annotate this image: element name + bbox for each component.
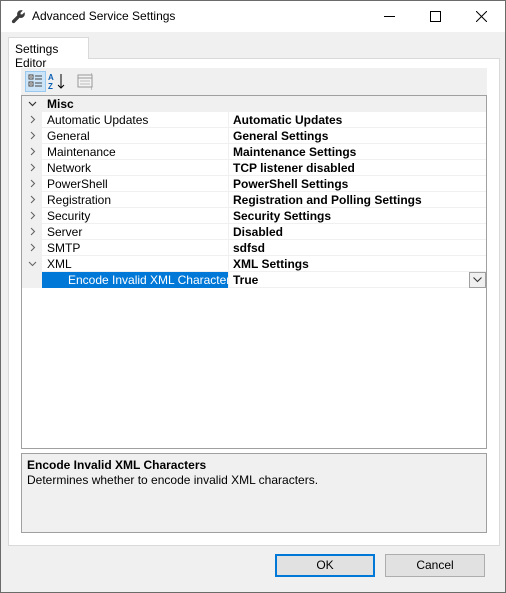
- property-value[interactable]: sdfsd: [233, 241, 265, 255]
- property-name: Security: [47, 209, 91, 223]
- chevron-right-icon[interactable]: [28, 243, 37, 252]
- property-name: Maintenance: [47, 145, 116, 159]
- window-title: Advanced Service Settings: [32, 9, 176, 23]
- property-row-xml[interactable]: XML XML Settings: [22, 256, 486, 272]
- settings-window: Advanced Service Settings Settings Edito…: [0, 0, 506, 593]
- chevron-right-icon[interactable]: [28, 179, 37, 188]
- category-label: Misc: [47, 97, 74, 111]
- help-panel: Encode Invalid XML Characters Determines…: [21, 453, 487, 533]
- chevron-right-icon[interactable]: [28, 195, 37, 204]
- chevron-down-icon: [473, 277, 482, 283]
- property-row-maintenance[interactable]: Maintenance Maintenance Settings: [22, 144, 486, 160]
- property-name: XML: [47, 257, 72, 271]
- alphabetical-sort-icon: A Z: [48, 73, 65, 91]
- categorized-view-icon: [28, 74, 42, 87]
- property-name: Automatic Updates: [47, 113, 149, 127]
- help-title: Encode Invalid XML Characters: [27, 458, 207, 472]
- help-description: Determines whether to encode invalid XML…: [27, 473, 319, 487]
- chevron-right-icon[interactable]: [28, 147, 37, 156]
- property-row-encode-invalid-xml[interactable]: Encode Invalid XML Characters True: [22, 272, 486, 288]
- chevron-right-icon[interactable]: [28, 163, 37, 172]
- wrench-icon: [11, 10, 25, 24]
- chevron-down-icon[interactable]: [28, 99, 37, 108]
- chevron-right-icon[interactable]: [28, 131, 37, 140]
- property-value[interactable]: TCP listener disabled: [233, 161, 355, 175]
- property-row-automatic-updates[interactable]: Automatic Updates Automatic Updates: [22, 112, 486, 128]
- property-value[interactable]: XML Settings: [233, 257, 309, 271]
- property-row-registration[interactable]: Registration Registration and Polling Se…: [22, 192, 486, 208]
- property-row-smtp[interactable]: SMTP sdfsd: [22, 240, 486, 256]
- categorized-button[interactable]: [25, 71, 46, 92]
- tab-settings-editor[interactable]: Settings Editor: [8, 37, 89, 70]
- property-value[interactable]: Maintenance Settings: [233, 145, 356, 159]
- property-row-powershell[interactable]: PowerShell PowerShell Settings: [22, 176, 486, 192]
- property-name: Server: [47, 225, 83, 239]
- close-icon: [476, 11, 487, 22]
- chevron-right-icon[interactable]: [28, 227, 37, 236]
- maximize-icon: [430, 11, 441, 22]
- property-name: PowerShell: [47, 177, 108, 191]
- property-value[interactable]: PowerShell Settings: [233, 177, 348, 191]
- property-name: General: [47, 129, 90, 143]
- svg-text:A: A: [48, 73, 54, 82]
- property-value[interactable]: Disabled: [233, 225, 283, 239]
- property-row-server[interactable]: Server Disabled: [22, 224, 486, 240]
- property-grid[interactable]: Misc Automatic Updates Automatic Updates…: [21, 95, 487, 449]
- chevron-right-icon[interactable]: [28, 211, 37, 220]
- minimize-button[interactable]: [367, 1, 413, 32]
- maximize-button[interactable]: [413, 1, 459, 32]
- property-row-security[interactable]: Security Security Settings: [22, 208, 486, 224]
- tab-label: Settings Editor: [15, 42, 59, 70]
- alphabetical-button[interactable]: A Z: [47, 71, 68, 92]
- property-grid-toolbar: A Z: [21, 68, 487, 95]
- property-value[interactable]: Automatic Updates: [233, 113, 342, 127]
- title-bar[interactable]: Advanced Service Settings: [1, 1, 505, 32]
- svg-text:Z: Z: [48, 82, 53, 91]
- property-name: Encode Invalid XML Characters: [42, 272, 228, 288]
- cancel-button[interactable]: Cancel: [385, 554, 485, 577]
- property-value[interactable]: Security Settings: [233, 209, 331, 223]
- ok-button[interactable]: OK: [275, 554, 375, 577]
- minimize-icon: [384, 16, 395, 17]
- property-name: SMTP: [47, 241, 81, 255]
- category-row-misc[interactable]: Misc: [22, 96, 486, 112]
- property-value[interactable]: Registration and Polling Settings: [233, 193, 422, 207]
- close-button[interactable]: [459, 1, 505, 32]
- property-row-general[interactable]: General General Settings: [22, 128, 486, 144]
- property-row-network[interactable]: Network TCP listener disabled: [22, 160, 486, 176]
- property-name: Registration: [47, 193, 112, 207]
- chevron-right-icon[interactable]: [28, 115, 37, 124]
- property-value-editor[interactable]: True: [233, 273, 258, 287]
- chevron-down-icon[interactable]: [28, 259, 37, 268]
- value-dropdown-button[interactable]: [469, 272, 486, 288]
- property-pages-icon: [77, 74, 93, 88]
- property-name: Network: [47, 161, 92, 175]
- property-pages-button[interactable]: [75, 71, 96, 92]
- property-value[interactable]: General Settings: [233, 129, 328, 143]
